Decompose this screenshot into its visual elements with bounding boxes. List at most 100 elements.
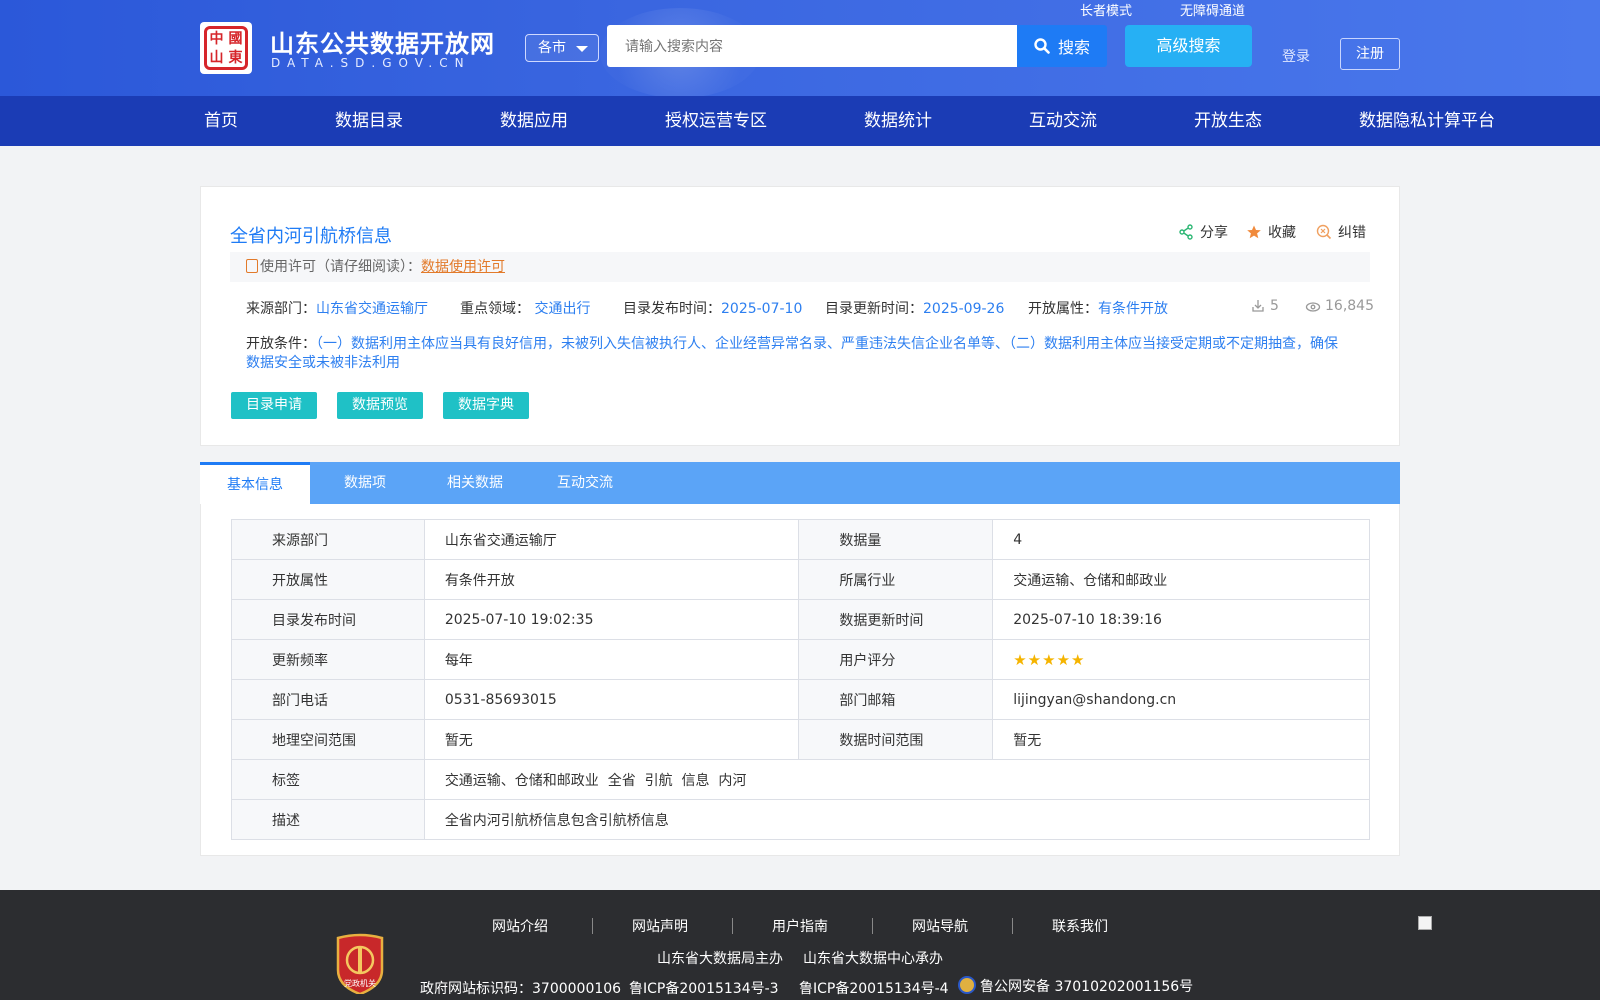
key-domain: 重点领域： 交通出行 bbox=[460, 298, 590, 318]
footer-police-record[interactable]: 鲁公网安备 37010202001156号 bbox=[958, 976, 1193, 996]
open-attribute-value: 有条件开放 bbox=[1098, 301, 1168, 317]
main-nav: 首页 数据目录 数据应用 授权运营专区 数据统计 互动交流 开放生态 数据隐私计… bbox=[0, 96, 1600, 146]
logo-char: 國 bbox=[228, 31, 243, 47]
view-count-value: 16,845 bbox=[1325, 298, 1374, 314]
source-dept-value[interactable]: 山东省交通运输厅 bbox=[316, 301, 428, 317]
download-count: 5 bbox=[1250, 298, 1279, 314]
badge-text: 党政机关 bbox=[344, 978, 376, 988]
source-dept-label: 来源部门： bbox=[246, 301, 316, 317]
table-value: 每年 bbox=[423, 639, 800, 680]
advanced-search-button[interactable]: 高级搜索 bbox=[1125, 25, 1252, 67]
login-link[interactable]: 登录 bbox=[1282, 46, 1310, 66]
table-key: 数据时间范围 bbox=[798, 719, 994, 760]
logo-char: 東 bbox=[228, 49, 243, 66]
footer-icp-1[interactable]: 鲁ICP备20015134号-3 bbox=[629, 978, 779, 998]
nav-item-stats[interactable]: 数据统计 bbox=[864, 96, 932, 146]
footer-link-statement[interactable]: 网站声明 bbox=[632, 916, 688, 936]
table-row: 开放属性 有条件开放 所属行业 交通运输、仓储和邮政业 bbox=[231, 559, 1370, 600]
share-action[interactable]: 分享 bbox=[1178, 222, 1228, 242]
register-button[interactable]: 注册 bbox=[1340, 38, 1400, 70]
table-value: 2025-07-10 18:39:16 bbox=[992, 599, 1370, 640]
data-preview-button[interactable]: 数据预览 bbox=[337, 392, 423, 419]
table-key: 所属行业 bbox=[798, 559, 994, 600]
footer-link-contact[interactable]: 联系我们 bbox=[1052, 916, 1108, 936]
bookmark-icon bbox=[246, 259, 258, 273]
footer-icp-2[interactable]: 鲁ICP备20015134号-4 bbox=[799, 978, 949, 998]
table-row: 地理空间范围 暂无 数据时间范围 暂无 bbox=[231, 719, 1370, 760]
logo-char: 中 bbox=[209, 31, 224, 47]
table-key: 部门邮箱 bbox=[798, 679, 994, 720]
error-report-icon bbox=[1316, 224, 1332, 240]
table-row: 目录发布时间 2025-07-10 19:02:35 数据更新时间 2025-0… bbox=[231, 599, 1370, 640]
publish-time-value: 2025-07-10 bbox=[721, 301, 803, 317]
footer-divider bbox=[732, 918, 733, 934]
nav-item-catalog[interactable]: 数据目录 bbox=[335, 96, 403, 146]
site-footer: 网站介绍 网站声明 用户指南 网站导航 联系我们 山东省大数据局主办 山东省大数… bbox=[0, 890, 1600, 1000]
tab-basic-info[interactable]: 基本信息 bbox=[200, 462, 310, 504]
table-key: 数据量 bbox=[798, 519, 994, 560]
elder-mode-link[interactable]: 长者模式 bbox=[1080, 0, 1132, 19]
star-icon bbox=[1247, 225, 1261, 239]
search-button[interactable]: 搜索 bbox=[1017, 25, 1107, 67]
police-badge-icon bbox=[958, 976, 976, 994]
nav-item-ecosystem[interactable]: 开放生态 bbox=[1194, 96, 1262, 146]
footer-link-sitemap[interactable]: 网站导航 bbox=[912, 916, 968, 936]
table-value: 暂无 bbox=[423, 719, 800, 760]
download-icon bbox=[1252, 300, 1264, 312]
tab-related-data[interactable]: 相关数据 bbox=[420, 462, 530, 504]
favorite-label: 收藏 bbox=[1268, 225, 1296, 241]
city-select[interactable]: 各市 bbox=[525, 34, 599, 62]
report-error-action[interactable]: 纠错 bbox=[1316, 222, 1366, 242]
table-row: 部门电话 0531-85693015 部门邮箱 lijingyan@shando… bbox=[231, 679, 1370, 720]
favorite-action[interactable]: 收藏 bbox=[1246, 222, 1296, 242]
table-row: 标签 交通运输、仓储和邮政业 全省 引航 信息 内河 bbox=[231, 759, 1371, 800]
rating-stars-icon: ★★★★★ bbox=[1013, 650, 1086, 669]
site-logo[interactable]: 中 國 山 東 bbox=[200, 22, 252, 74]
data-dictionary-button[interactable]: 数据字典 bbox=[443, 392, 529, 419]
open-conditions: 开放条件：（一）数据利用主体应当具有良好信用，未被列入失信被执行人、企业经营异常… bbox=[246, 335, 1346, 373]
license-bar: 使用许可（请仔细阅读）：数据使用许可 bbox=[230, 252, 1370, 282]
caret-down-icon bbox=[576, 46, 588, 52]
catalog-apply-button[interactable]: 目录申请 bbox=[231, 392, 317, 419]
table-key: 更新频率 bbox=[231, 639, 425, 680]
dataset-title: 全省内河引航桥信息 bbox=[230, 226, 392, 247]
table-key: 目录发布时间 bbox=[231, 599, 425, 640]
tab-interaction[interactable]: 互动交流 bbox=[530, 462, 640, 504]
tags-value: 交通运输、仓储和邮政业 全省 引航 信息 内河 bbox=[423, 759, 1371, 800]
footer-link-guide[interactable]: 用户指南 bbox=[772, 916, 828, 936]
table-value: 山东省交通运输厅 bbox=[423, 519, 800, 560]
table-key: 地理空间范围 bbox=[231, 719, 425, 760]
license-label: 使用许可（请仔细阅读）： bbox=[260, 259, 421, 275]
logo-char: 山 bbox=[209, 49, 224, 66]
report-error-label: 纠错 bbox=[1338, 225, 1366, 241]
detail-tabs: 基本信息 数据项 相关数据 互动交流 bbox=[200, 462, 1400, 504]
eye-icon bbox=[1305, 302, 1321, 312]
license-link[interactable]: 数据使用许可 bbox=[421, 259, 505, 275]
table-key: 来源部门 bbox=[231, 519, 425, 560]
site-title[interactable]: 山东公共数据开放网 bbox=[270, 24, 495, 59]
tab-data-items[interactable]: 数据项 bbox=[310, 462, 420, 504]
broken-image-icon bbox=[1418, 916, 1432, 930]
nav-item-apps[interactable]: 数据应用 bbox=[500, 96, 568, 146]
nav-item-interaction[interactable]: 互动交流 bbox=[1029, 96, 1097, 146]
search-button-label: 搜索 bbox=[1057, 38, 1090, 57]
nav-item-authorized[interactable]: 授权运营专区 bbox=[665, 96, 767, 146]
footer-organizer: 山东省大数据中心承办 bbox=[803, 951, 943, 967]
accessibility-link[interactable]: 无障碍通道 bbox=[1180, 0, 1245, 19]
table-key: 部门电话 bbox=[231, 679, 425, 720]
city-select-value: 各市 bbox=[538, 40, 566, 56]
key-domain-value[interactable]: 交通出行 bbox=[534, 301, 590, 317]
user-rating: ★★★★★ bbox=[992, 639, 1370, 680]
footer-link-about[interactable]: 网站介绍 bbox=[492, 916, 548, 936]
search-icon bbox=[1034, 38, 1050, 54]
nav-item-privacy-computing[interactable]: 数据隐私计算平台 bbox=[1359, 96, 1495, 146]
table-value: 4 bbox=[992, 519, 1370, 560]
publish-time: 目录发布时间：2025-07-10 bbox=[623, 298, 802, 318]
table-key: 描述 bbox=[231, 799, 425, 840]
footer-police-text: 鲁公网安备 37010202001156号 bbox=[980, 979, 1194, 995]
nav-item-home[interactable]: 首页 bbox=[204, 96, 238, 146]
footer-divider bbox=[592, 918, 593, 934]
footer-host: 山东省大数据局主办 bbox=[657, 951, 783, 967]
publish-time-label: 目录发布时间： bbox=[623, 301, 721, 317]
search-input[interactable] bbox=[607, 25, 1017, 67]
